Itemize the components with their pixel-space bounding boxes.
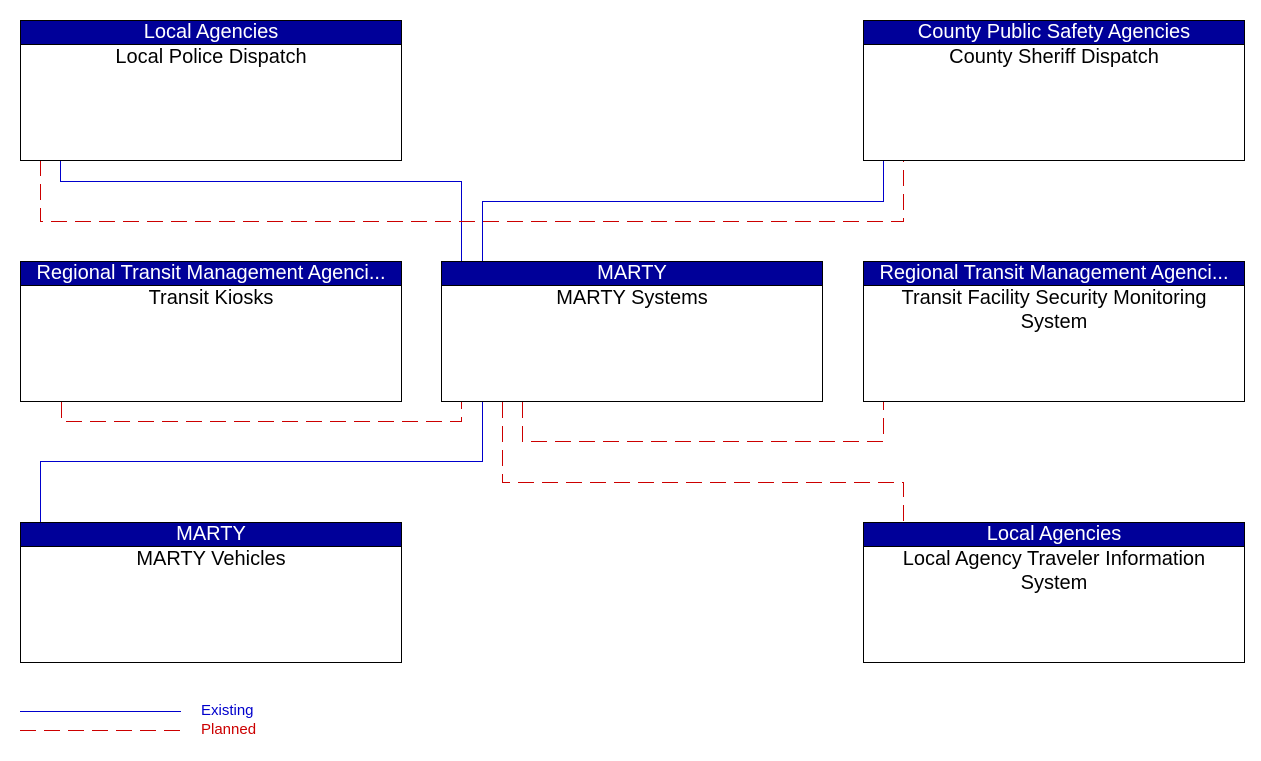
element-marty-systems[interactable]: MARTY MARTY Systems xyxy=(441,261,823,402)
legend-existing-label: Existing xyxy=(201,702,254,719)
flow-planned-police-sheriff xyxy=(40,160,904,222)
legend-planned-label: Planned xyxy=(201,721,257,738)
stakeholder-label: County Public Safety Agencies xyxy=(864,21,1244,45)
element-name: Local Agency Traveler Information System xyxy=(902,548,1206,594)
flow-planned-marty-security xyxy=(522,402,884,442)
element-county-sheriff-dispatch[interactable]: County Public Safety Agencies County She… xyxy=(863,20,1245,161)
flow-existing-marty-vehicles xyxy=(40,402,483,522)
stakeholder-label: Regional Transit Management Agenci... xyxy=(864,262,1244,286)
stakeholder-label: MARTY xyxy=(21,523,401,547)
element-local-police-dispatch[interactable]: Local Agencies Local Police Dispatch xyxy=(20,20,402,161)
stakeholder-label: MARTY xyxy=(442,262,822,286)
stakeholder-label: Regional Transit Management Agenci... xyxy=(21,262,401,286)
flow-existing-sheriff-marty xyxy=(482,160,884,262)
flow-planned-marty-traveler-info xyxy=(502,402,904,522)
stakeholder-label: Local Agencies xyxy=(21,21,401,45)
element-name: County Sheriff Dispatch xyxy=(949,46,1159,68)
element-local-agency-traveler-info[interactable]: Local Agencies Local Agency Traveler Inf… xyxy=(863,522,1245,663)
element-name: MARTY Systems xyxy=(556,287,708,309)
element-name: Transit Facility Security Monitoring Sys… xyxy=(901,287,1207,333)
element-transit-facility-security-monitoring[interactable]: Regional Transit Management Agenci... Tr… xyxy=(863,261,1245,402)
element-name: Local Police Dispatch xyxy=(115,46,307,68)
element-name: Transit Kiosks xyxy=(148,287,274,309)
element-transit-kiosks[interactable]: Regional Transit Management Agenci... Tr… xyxy=(20,261,402,402)
element-marty-vehicles[interactable]: MARTY MARTY Vehicles xyxy=(20,522,402,663)
flow-planned-kiosks-marty xyxy=(61,402,462,422)
flow-existing-police-marty xyxy=(60,160,462,262)
element-name: MARTY Vehicles xyxy=(136,548,286,570)
stakeholder-label: Local Agencies xyxy=(864,523,1244,547)
